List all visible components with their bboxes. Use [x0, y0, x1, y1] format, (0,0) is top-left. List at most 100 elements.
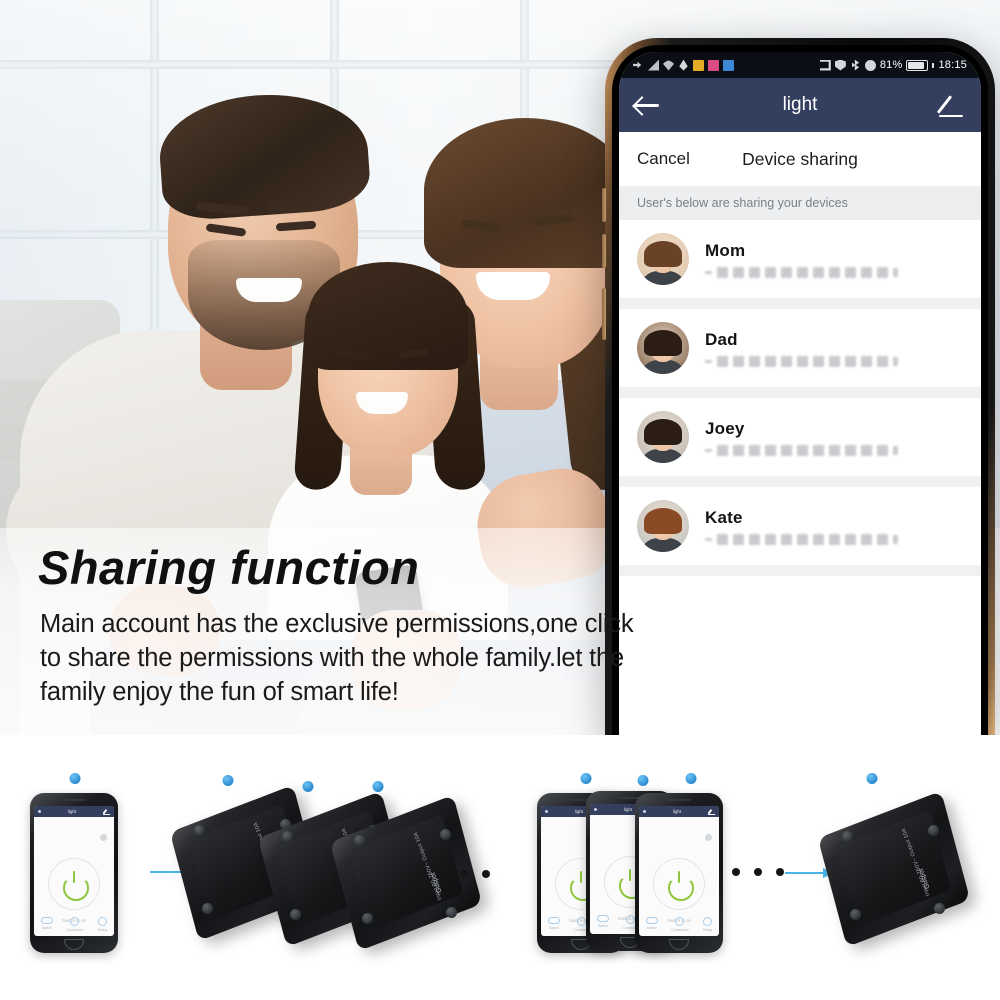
user-name: Mom	[705, 240, 746, 260]
home-button[interactable]	[669, 939, 689, 950]
power-button[interactable]	[48, 858, 100, 910]
gear-icon	[705, 834, 712, 841]
sheet-note: User's below are sharing your devices	[619, 186, 981, 220]
list-divider	[619, 476, 981, 487]
app-blue-icon	[723, 59, 734, 71]
wifi-icon	[849, 745, 895, 785]
phone-screen: 81% 18:15 light Cancel Device sharing Us…	[619, 52, 981, 738]
tab-switch[interactable]: Switch	[40, 917, 53, 932]
tab-countdown[interactable]: Countdown	[66, 917, 84, 932]
caption-line-2: to share the permissions with the whole …	[40, 644, 625, 673]
tab-switch[interactable]: Switch	[645, 917, 658, 932]
wifi-icon	[563, 745, 609, 785]
tab-switch[interactable]: Switch	[547, 917, 560, 932]
tab-switch[interactable]: Switch	[596, 915, 609, 930]
avatar	[637, 233, 689, 285]
list-item[interactable]: Mom	[619, 220, 981, 298]
avatar	[637, 411, 689, 463]
wifi-icon	[285, 753, 331, 793]
user-name: Joey	[705, 418, 745, 438]
gear-icon	[100, 834, 107, 841]
mini-app-title: light	[672, 809, 682, 814]
signal-icon	[648, 59, 659, 71]
mini-tab-bar: Switch Countdown Timing	[34, 917, 114, 932]
list-divider	[619, 387, 981, 398]
mini-phone-screen: light Switch is on Switch Countdown Timi…	[639, 806, 719, 936]
user-phone-masked	[705, 355, 898, 367]
ellipsis-right	[732, 868, 784, 876]
mini-app-title: light	[623, 807, 633, 812]
dnd-icon	[864, 59, 876, 71]
mini-app-title: light	[574, 809, 584, 814]
caption-line-3: family enjoy the fun of smart life!	[40, 678, 399, 707]
user-phone-masked	[705, 444, 898, 456]
mini-app-title: light	[67, 809, 77, 814]
sheet-header: Cancel Device sharing	[619, 132, 981, 186]
phone-button-3[interactable]	[602, 288, 606, 340]
sync-icon	[633, 61, 642, 69]
pencil-icon[interactable]	[939, 92, 965, 118]
wifi-icon	[663, 60, 674, 71]
user-phone-masked	[705, 533, 898, 545]
arrow-right-icon	[785, 868, 834, 878]
wifi-icon	[668, 745, 714, 785]
status-bar-right-icons: 81% 18:15	[819, 59, 967, 71]
power-button[interactable]	[653, 858, 705, 910]
app-pink-icon	[708, 59, 719, 71]
shield-icon	[834, 59, 846, 71]
battery-percent: 81%	[879, 59, 903, 71]
phone-mockup: 81% 18:15 light Cancel Device sharing Us…	[602, 38, 995, 738]
battery-tip-icon	[932, 62, 935, 68]
app-bar-title: light	[782, 94, 818, 115]
avatar	[637, 322, 689, 374]
shared-user-list: Mom Dad Joey Kate	[619, 220, 981, 576]
user-name: Dad	[705, 329, 738, 349]
back-arrow-icon[interactable]	[635, 96, 661, 114]
caption-body: Main account has the exclusive permissio…	[0, 607, 634, 709]
wifi-icon	[355, 753, 401, 793]
app-yellow-icon	[693, 59, 704, 71]
pencil-icon	[707, 809, 715, 815]
pencil-icon	[102, 809, 110, 815]
list-item[interactable]: Kate	[619, 487, 981, 565]
wifi-icon	[52, 745, 98, 785]
wifi-icon	[620, 747, 666, 787]
status-bar-left-icons	[633, 59, 734, 71]
status-bar: 81% 18:15	[619, 52, 981, 78]
back-arrow-icon	[643, 810, 646, 813]
mini-phone-left: light Switch is on Switch Countdown Timi…	[30, 793, 118, 953]
wifi-icon	[205, 747, 251, 787]
cancel-button[interactable]: Cancel	[637, 149, 690, 169]
tab-timing[interactable]: Timing	[702, 917, 712, 932]
bluetooth-icon	[852, 59, 860, 71]
mini-app-bar: light	[639, 806, 719, 817]
list-item[interactable]: Dad	[619, 309, 981, 387]
tab-timing[interactable]: Timing	[97, 917, 107, 932]
back-arrow-icon	[594, 808, 597, 811]
home-button[interactable]	[64, 939, 84, 950]
user-phone-masked	[705, 266, 898, 278]
tab-countdown[interactable]: Countdown	[671, 917, 689, 932]
page-title: Sharing function	[38, 541, 420, 594]
avatar	[637, 500, 689, 552]
mini-phone-right-3: light Switch is on Switch Countdown Timi…	[635, 793, 723, 953]
app-bar: light	[619, 78, 981, 132]
caption-line-1: Main account has the exclusive permissio…	[40, 610, 634, 638]
mini-tab-bar: Switch Countdown Timing	[639, 917, 719, 932]
phone-button-1[interactable]	[602, 188, 606, 222]
battery-icon	[906, 59, 929, 71]
back-arrow-icon	[545, 810, 548, 813]
list-item[interactable]: Joey	[619, 398, 981, 476]
phone-button-2[interactable]	[602, 234, 606, 268]
clock-time: 18:15	[938, 59, 967, 71]
back-arrow-icon	[38, 810, 41, 813]
connection-diagram: light Switch is on Switch Countdown Timi…	[0, 735, 1000, 1000]
caption-block: Sharing function Main account has the ex…	[0, 540, 634, 709]
nfc-icon	[819, 59, 831, 71]
droplet-icon	[679, 59, 688, 71]
list-divider	[619, 565, 981, 576]
ellipsis-left	[438, 870, 490, 878]
mini-phone-screen: light Switch is on Switch Countdown Timi…	[34, 806, 114, 936]
mini-app-bar: light	[34, 806, 114, 817]
user-name: Kate	[705, 507, 743, 527]
